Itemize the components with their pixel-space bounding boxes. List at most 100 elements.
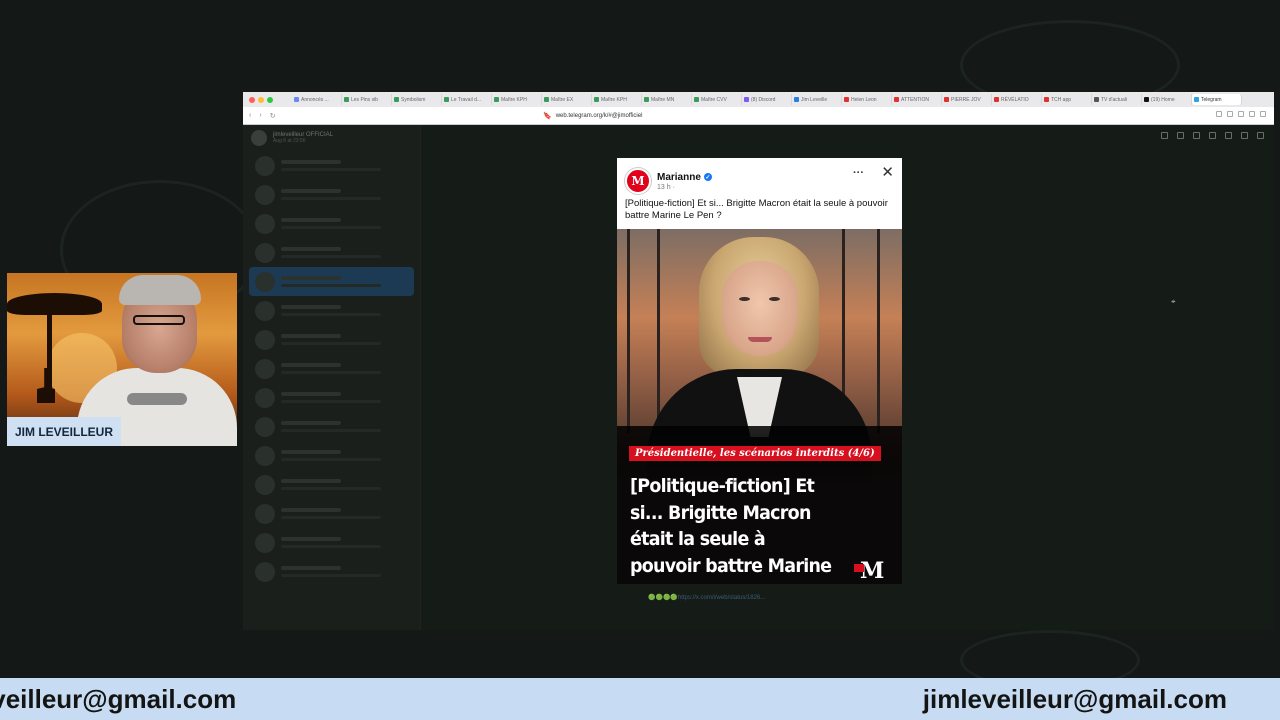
tab-favicon-icon (544, 97, 549, 102)
chat-list-item[interactable] (243, 383, 420, 412)
browser-tab[interactable]: Maître MN (642, 94, 692, 105)
browser-tab[interactable]: Maître KPH (592, 94, 642, 105)
close-icon[interactable]: ✕ (881, 163, 894, 181)
tab-label: Maître KPH (601, 96, 627, 103)
close-icon[interactable] (1257, 132, 1264, 139)
channel-subtitle: Aug 6 at 23:56 (273, 138, 306, 144)
tab-favicon-icon (894, 97, 899, 102)
chat-list-item[interactable] (243, 354, 420, 383)
presenter-glasses (133, 315, 185, 325)
extension-icon[interactable] (1260, 111, 1266, 117)
reload-icon[interactable]: ↻ (270, 112, 276, 120)
viewer-toolbar (1161, 132, 1264, 139)
marianne-logo-icon[interactable]: M (625, 168, 651, 194)
tab-favicon-icon (994, 97, 999, 102)
download-icon[interactable] (1209, 132, 1216, 139)
browser-tab[interactable]: Maître KPH (492, 94, 542, 105)
tab-favicon-icon (594, 97, 599, 102)
browser-tab[interactable]: Helen Leon (842, 94, 892, 105)
caption-link[interactable]: 🟢🟢🟢🟢https://x.com/i/web/status/1826... (648, 594, 765, 601)
chat-list-item-selected[interactable] (249, 267, 414, 296)
delete-icon[interactable] (1161, 132, 1168, 139)
portrait-eye (769, 297, 780, 301)
post-time: 13 h · (657, 183, 675, 191)
chat-list-item[interactable] (243, 296, 420, 325)
post-header: M Marianne ✓ 13 h · (625, 168, 712, 194)
tab-label: PIERRE JOV (951, 96, 981, 103)
tab-label: RÉVÉLATIO (1001, 96, 1029, 103)
tab-label: TV d'actuali (1101, 96, 1127, 103)
tab-favicon-icon (494, 97, 499, 102)
zoom-icon[interactable] (1241, 132, 1248, 139)
chat-list-item[interactable] (243, 209, 420, 238)
extension-icon[interactable] (1238, 111, 1244, 117)
tab-label: Maître MN (651, 96, 675, 103)
close-window-icon[interactable] (249, 96, 255, 103)
chat-list-item[interactable] (243, 412, 420, 441)
tree-shape (627, 229, 630, 434)
chat-list-item[interactable] (243, 151, 420, 180)
chat-list-item[interactable] (243, 180, 420, 209)
tab-label: Maître EX (551, 96, 574, 103)
tab-label: (19) Home (1151, 96, 1175, 103)
bookmark-icon[interactable]: 🔖 (543, 112, 552, 120)
tab-bar: Annoncés ... Les Pins sib Symbolism Le Trav… (243, 92, 1274, 107)
forward-icon[interactable] (1177, 132, 1184, 139)
telegram-sidebar: jimleveilleur OFFICIAL Aug 6 at 23:56 (243, 125, 421, 630)
minimize-window-icon[interactable] (258, 96, 264, 103)
tab-favicon-icon (294, 97, 299, 102)
browser-tab[interactable]: TV d'actuali (1092, 94, 1142, 105)
tab-favicon-icon (1194, 97, 1199, 102)
browser-tab[interactable]: Maître CVV (692, 94, 742, 105)
chat-list-item[interactable] (243, 499, 420, 528)
verified-badge-icon: ✓ (703, 173, 712, 181)
browser-tab[interactable]: Maître EX (542, 94, 592, 105)
page-name[interactable]: Marianne ✓ (657, 172, 712, 183)
chat-list-item[interactable] (243, 557, 420, 586)
tab-favicon-icon (344, 97, 349, 102)
chat-list-item[interactable] (243, 441, 420, 470)
rotate-icon[interactable] (1225, 132, 1232, 139)
presenter-name-badge: JIM LEVEILLEUR (7, 417, 122, 446)
browser-tab[interactable]: Symbolism (392, 94, 442, 105)
browser-tab[interactable]: (8) Discord (742, 94, 792, 105)
tab-label: Jim Leveille (801, 96, 828, 103)
tab-favicon-icon (1144, 97, 1149, 102)
email-ticker-left: jimleveilleur@gmail.com (0, 684, 237, 714)
tab-favicon-icon (444, 97, 449, 102)
chat-list-item[interactable] (243, 470, 420, 499)
tab-label: TCH app (1051, 96, 1072, 103)
browser-tab[interactable]: Les Pins sib (342, 94, 392, 105)
chat-list-item[interactable] (243, 528, 420, 557)
mouse-cursor-icon: ⌖ (1171, 297, 1176, 306)
maximize-window-icon[interactable] (267, 96, 273, 103)
post-image[interactable]: Présidentielle, les scénarios interdits … (617, 229, 902, 584)
tab-label: ATTENTION (901, 96, 929, 103)
presenter-hair (119, 275, 201, 305)
browser-tab[interactable]: TCH app (1042, 94, 1092, 105)
extension-icon[interactable] (1249, 111, 1255, 117)
channel-header: jimleveilleur OFFICIAL Aug 6 at 23:56 (243, 125, 420, 151)
page-name-text: Marianne (657, 171, 701, 183)
extension-icon[interactable] (1227, 111, 1233, 117)
copy-icon[interactable] (1193, 132, 1200, 139)
url-field[interactable]: 🔖 web.telegram.org/k/#@jimofficiel (543, 110, 943, 122)
extension-icon[interactable] (1216, 111, 1222, 117)
chat-list-item[interactable] (243, 325, 420, 354)
browser-tab[interactable]: Jim Leveille (792, 94, 842, 105)
portrait-eye (739, 297, 750, 301)
tab-label: Symbolism (401, 96, 426, 103)
browser-tab[interactable]: Telegram (1192, 94, 1242, 105)
browser-tab[interactable]: RÉVÉLATIO (992, 94, 1042, 105)
forward-icon[interactable]: › (259, 112, 261, 119)
chat-list-item[interactable] (243, 238, 420, 267)
back-icon[interactable]: ‹ (249, 112, 251, 119)
more-options-icon[interactable]: ··· (853, 167, 864, 179)
browser-tab[interactable]: Annoncés ... (292, 94, 342, 105)
tab-favicon-icon (1094, 97, 1099, 102)
browser-tab[interactable]: ATTENTION (892, 94, 942, 105)
browser-tab[interactable]: (19) Home (1142, 94, 1192, 105)
browser-tab[interactable]: Le Travail d... (442, 94, 492, 105)
tab-label: Maître KPH (501, 96, 527, 103)
browser-tab[interactable]: PIERRE JOV (942, 94, 992, 105)
